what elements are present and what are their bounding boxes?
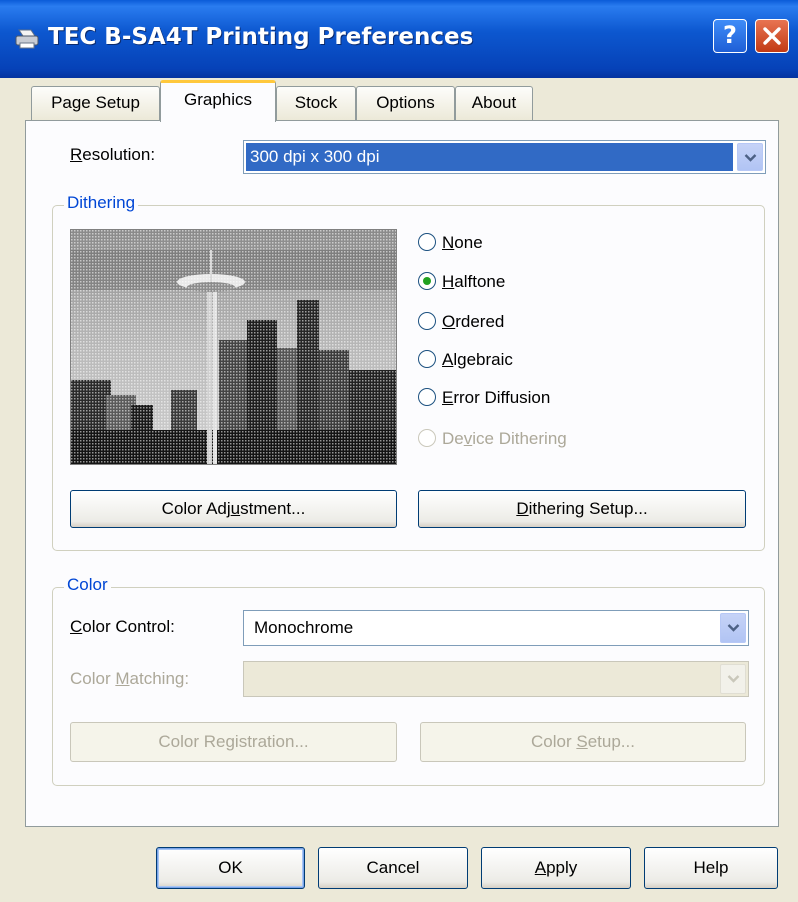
radio-circle[interactable] [418,271,436,290]
color-setup-button: Color Setup... [420,722,746,762]
dithering-legend: Dithering [64,193,139,213]
resolution-label: Resolution: [70,145,156,164]
tab-page-setup[interactable]: Page Setup [31,86,160,120]
dithering-preview-image [70,229,397,465]
color-control-dropdown-button[interactable] [720,613,746,643]
help-button[interactable]: Help [644,847,778,889]
color-adjustment-button[interactable]: Color Adjustment... [70,490,397,528]
color-matching-label: Color Matching: [70,669,190,688]
color-control-label: Color Control: [70,617,175,636]
resolution-dropdown-button[interactable] [737,143,763,171]
city-skyline-image [71,230,396,464]
ok-button[interactable]: OK [156,847,305,889]
radio-selected-dot [423,276,431,285]
radio-halftone[interactable]: Halftone [418,270,505,294]
dithering-setup-button[interactable]: Dithering Setup... [418,490,746,528]
radio-algebraic[interactable]: Algebraic [418,348,513,372]
tab-options[interactable]: Options [356,86,455,120]
color-control-select[interactable]: Monochrome [243,610,749,646]
radio-circle [418,428,436,447]
radio-device-dithering: Device Dithering [418,427,567,451]
resolution-value: 300 dpi x 300 dpi [250,147,380,166]
title-bar[interactable]: TEC B-SA4T Printing Preferences ? [0,0,798,78]
color-matching-select [243,661,749,697]
close-button[interactable] [755,19,789,53]
printer-icon [15,29,39,49]
radio-circle[interactable] [418,387,436,406]
help-title-button[interactable]: ? [713,19,747,53]
radio-ordered[interactable]: Ordered [418,310,504,334]
chevron-down-icon [744,154,757,162]
radio-none[interactable]: None [418,231,483,255]
tab-about[interactable]: About [455,86,533,120]
radio-circle[interactable] [418,349,436,368]
close-icon [763,27,781,45]
chevron-down-icon [727,675,740,683]
tab-stock[interactable]: Stock [276,86,356,120]
window-title: TEC B-SA4T Printing Preferences [48,24,474,50]
radio-circle[interactable] [418,232,436,251]
cancel-button[interactable]: Cancel [318,847,468,889]
radio-error-diffusion[interactable]: Error Diffusion [418,386,550,410]
color-legend: Color [64,575,111,595]
color-registration-button: Color Registration... [70,722,397,762]
radio-circle[interactable] [418,311,436,330]
resolution-select[interactable]: 300 dpi x 300 dpi [243,140,766,174]
color-control-value: Monochrome [254,618,354,637]
tab-graphics[interactable]: Graphics [160,80,276,122]
apply-button[interactable]: Apply [481,847,631,889]
color-matching-dropdown-button [720,664,746,694]
chevron-down-icon [727,624,740,632]
